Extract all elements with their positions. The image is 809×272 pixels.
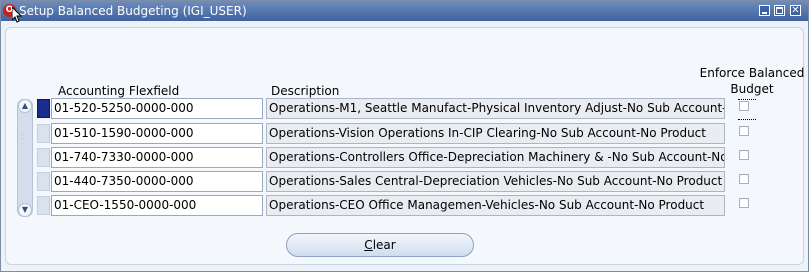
row-selector[interactable] <box>37 196 50 215</box>
enforce-balanced-budget-checkbox[interactable] <box>739 126 749 136</box>
accounting-flexfield-input[interactable]: 01-520-5250-0000-000 <box>51 98 263 119</box>
header-accounting-flexfield: Accounting Flexfield <box>58 84 180 98</box>
row-selector[interactable] <box>37 172 50 191</box>
content-panel <box>5 27 804 265</box>
header-description: Description <box>271 84 340 98</box>
header-enforce-line1: Enforce Balanced <box>699 66 805 80</box>
vertical-scrollbar[interactable]: ▲ ⁚ ▼ <box>17 99 33 217</box>
accounting-flexfield-input[interactable]: 01-510-1590-0000-000 <box>51 123 263 144</box>
minimize-icon[interactable] <box>759 5 770 16</box>
close-icon[interactable]: ✕ <box>790 5 801 16</box>
mouse-cursor-icon <box>12 7 22 23</box>
description-field: Operations-Controllers Office-Depreciati… <box>266 147 725 168</box>
clear-button-label: lear <box>372 238 396 252</box>
scroll-grip-icon[interactable]: ⁚ <box>21 133 29 141</box>
enforce-balanced-budget-checkbox[interactable] <box>739 198 749 208</box>
accounting-flexfield-input[interactable]: 01-740-7330-0000-000 <box>51 147 263 168</box>
row-selector[interactable] <box>37 148 50 167</box>
scroll-down-icon[interactable]: ▼ <box>18 203 32 217</box>
focus-indicator-bottom <box>738 119 756 120</box>
focus-indicator-top <box>738 99 756 100</box>
description-field: Operations-Sales Central-Depreciation Ve… <box>266 171 725 192</box>
accounting-flexfield-input[interactable]: 01-CEO-1550-0000-000 <box>51 195 263 216</box>
setup-balanced-budgeting-window: O Setup Balanced Budgeting (IGI_USER) ✕ … <box>0 0 809 272</box>
row-selector[interactable] <box>37 124 50 143</box>
clear-button[interactable]: Clear <box>286 233 474 257</box>
enforce-balanced-budget-checkbox[interactable] <box>739 174 749 184</box>
scroll-up-icon[interactable]: ▲ <box>18 99 32 113</box>
enforce-balanced-budget-checkbox[interactable] <box>739 101 749 111</box>
maximize-icon[interactable] <box>774 5 785 16</box>
header-enforce-balanced-budget: Enforce Balanced Budget <box>697 65 807 97</box>
window-title: Setup Balanced Budgeting (IGI_USER) <box>19 4 247 18</box>
enforce-balanced-budget-checkbox[interactable] <box>739 150 749 160</box>
header-enforce-line2: Budget <box>730 82 774 96</box>
description-field: Operations-M1, Seattle Manufact-Physical… <box>266 98 725 119</box>
clear-button-mnemonic: C <box>364 238 373 252</box>
row-selector[interactable] <box>37 99 50 118</box>
accounting-flexfield-input[interactable]: 01-440-7350-0000-000 <box>51 171 263 192</box>
title-bar[interactable]: O Setup Balanced Budgeting (IGI_USER) ✕ <box>1 1 808 21</box>
description-field: Operations-Vision Operations In-CIP Clea… <box>266 123 725 144</box>
description-field: Operations-CEO Office Managemen-Vehicles… <box>266 195 725 216</box>
